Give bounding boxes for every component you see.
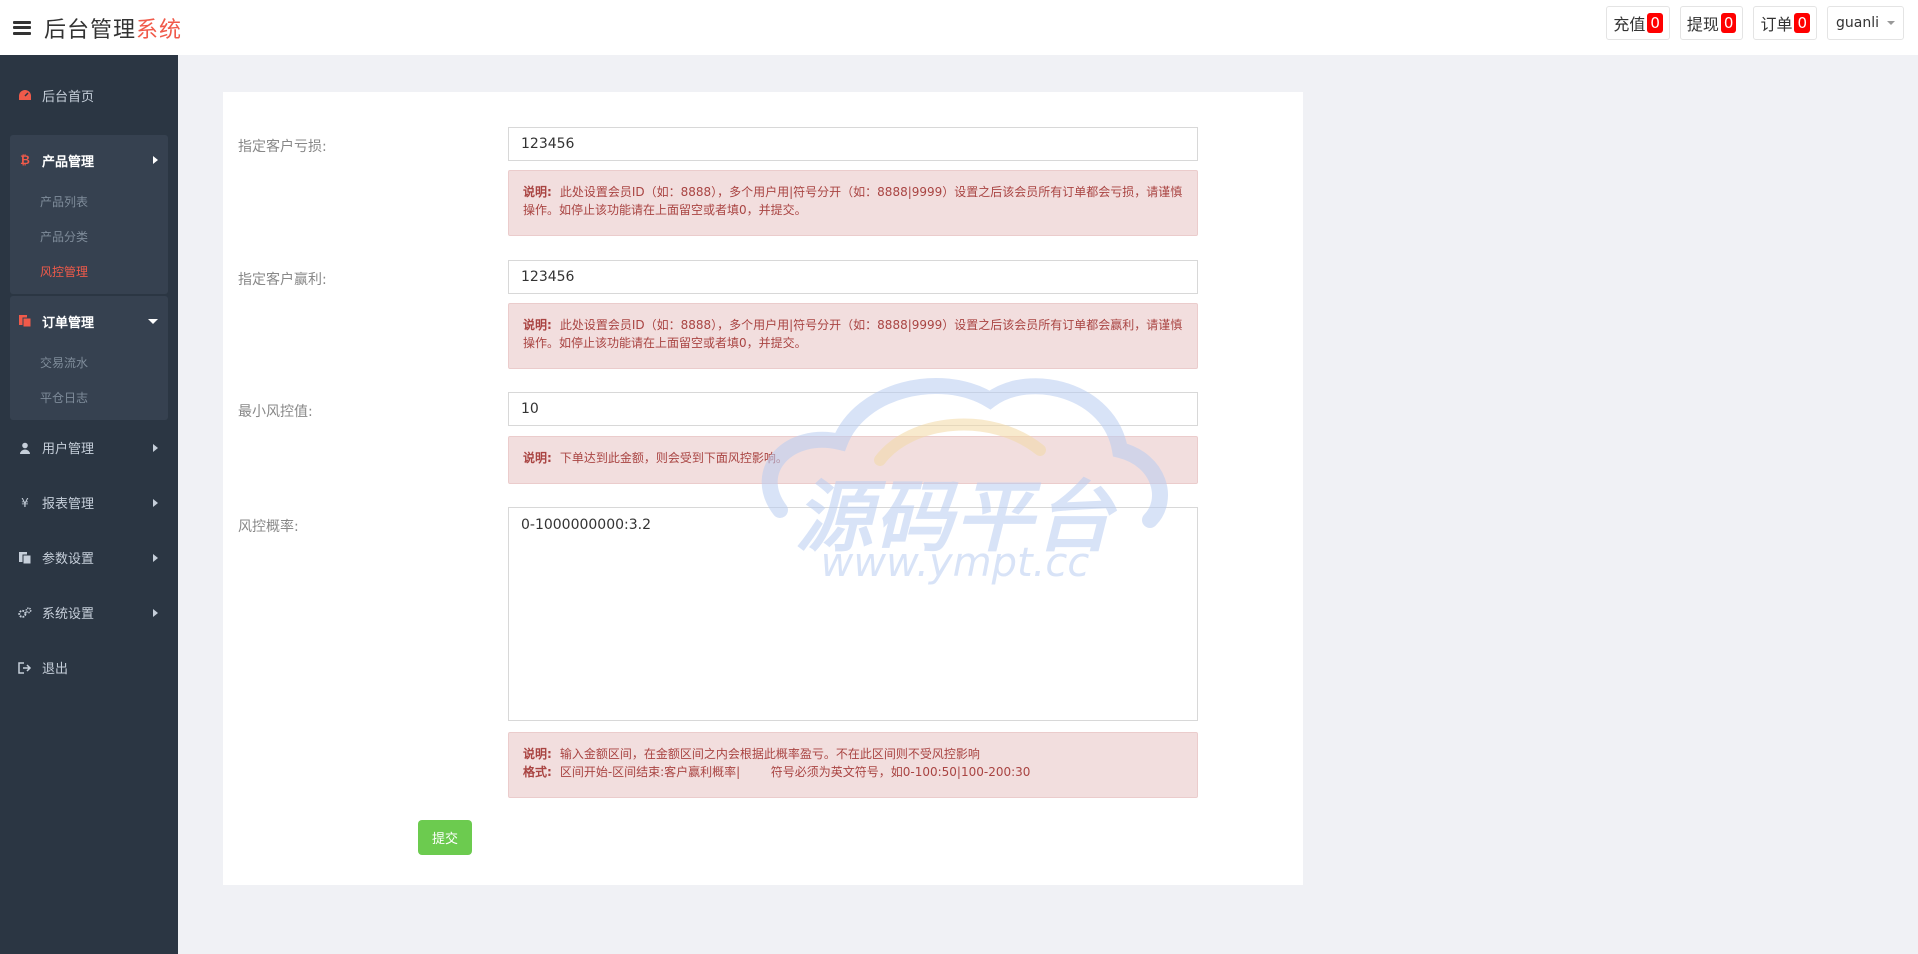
loss-label: 指定客户亏损: [238,139,327,155]
chevron-right-icon [153,553,158,562]
sidebar-item-label: 系统设置 [42,607,95,622]
user-menu-button[interactable]: guanli [1827,6,1904,40]
order-submenu: 交易流水 平仓日志 [10,346,168,420]
recharge-count-badge: 0 [1647,13,1663,33]
chevron-right-icon [153,498,158,507]
bitcoin-icon: ₿ [20,153,30,167]
sign-out-icon [18,661,32,675]
sidebar-item-label: 报表管理 [42,497,95,512]
note-label: 说明: [523,318,552,332]
loss-member-input[interactable] [508,127,1198,161]
risk-rate-note-line: 说明: 输入金额区间，在金额区间之内会根据此概率盈亏。不在此区间则不受风控影响 [523,745,1183,763]
risk-rate-note: 说明: 输入金额区间，在金额区间之内会根据此概率盈亏。不在此区间则不受风控影响 格… [508,732,1198,798]
username: guanli [1836,15,1879,31]
copy-icon [18,314,32,328]
withdraw-label: 提现 [1686,15,1719,34]
sidebar: 后台首页 ₿ 产品管理 产品列表 产品分类 风控管理 订单管理 交易流水 平仓日… [0,55,178,954]
sidebar-item-params[interactable]: 参数设置 [0,530,178,585]
sidebar-subitem-transactions[interactable]: 交易流水 [10,346,168,381]
min-risk-label: 最小风控值: [238,404,313,420]
caret-down-icon [1887,21,1895,25]
risk-rate-textarea[interactable]: 0-1000000000:3.2 [508,507,1198,721]
withdraw-button[interactable]: 提现 0 [1679,6,1744,40]
withdraw-count-badge: 0 [1720,13,1737,33]
files-icon [18,551,32,565]
orders-count-badge: 0 [1794,13,1810,33]
sidebar-subitem-close-log[interactable]: 平仓日志 [10,381,168,416]
yen-icon: ¥ [21,495,29,510]
loss-note: 说明: 此处设置会员ID（如：8888），多个用户用|符号分开（如：8888|99… [508,170,1198,236]
dashboard-icon [18,88,32,102]
brand-main: 后台管理 [44,17,137,43]
sidebar-item-home[interactable]: 后台首页 [0,55,178,135]
note-text: 此处设置会员ID（如：8888），多个用户用|符号分开（如：8888|9999）… [523,185,1183,217]
min-risk-input[interactable] [508,392,1198,426]
sidebar-subitem-risk-control[interactable]: 风控管理 [10,255,168,290]
product-group: ₿ 产品管理 产品列表 产品分类 风控管理 [10,135,168,294]
recharge-label: 充值 [1613,15,1646,34]
recharge-button[interactable]: 充值 0 [1606,6,1670,40]
top-bar: 后台管理系统 充值 0 提现 0 订单 0 guanli [0,0,1918,55]
chevron-right-icon [153,443,158,452]
brand-accent: 系统 [136,17,183,43]
note-text: 输入金额区间，在金额区间之内会根据此概率盈亏。不在此区间则不受风控影响 [559,747,980,761]
sidebar-item-users[interactable]: 用户管理 [0,420,178,475]
risk-control-form-panel: 指定客户亏损: 说明:此处设置会员ID（如：8888），多个用户用|符号分开（如… [223,92,1303,885]
chevron-right-icon [153,156,158,164]
gears-icon [18,606,32,620]
note-text: 此处设置会员ID（如：8888），多个用户用|符号分开（如：8888|9999）… [523,318,1183,350]
sidebar-item-label: 退出 [42,662,69,677]
format-text: 区间开始-区间结束:客户赢利概率| 符号必须为英文符号，如0-100:50|10… [559,765,1031,779]
note-text: 下单达到此金额，则会受到下面风控影响。 [559,451,788,465]
note-label: 说明: [523,747,552,761]
profit-note: 说明: 此处设置会员ID（如：8888），多个用户用|符号分开（如：8888|99… [508,303,1198,369]
top-right-actions: 充值 0 提现 0 订单 0 guanli [1606,6,1904,40]
sidebar-item-label: 参数设置 [42,552,95,567]
order-group: 订单管理 交易流水 平仓日志 [10,296,168,420]
sidebar-item-reports[interactable]: ¥ 报表管理 [0,475,178,530]
sidebar-item-label: 产品管理 [42,154,95,170]
user-icon [18,441,32,455]
note-label: 说明: [523,451,552,465]
product-submenu: 产品列表 产品分类 风控管理 [10,185,168,294]
format-label: 格式: [523,765,552,779]
sidebar-item-logout[interactable]: 退出 [0,640,178,695]
sidebar-subitem-product-category[interactable]: 产品分类 [10,220,168,255]
hamburger-icon [13,20,31,35]
sidebar-item-label: 订单管理 [42,315,95,331]
profit-member-input[interactable] [508,260,1198,294]
orders-button[interactable]: 订单 0 [1753,6,1817,40]
chevron-down-icon [148,319,158,324]
sidebar-item-products[interactable]: ₿ 产品管理 [10,135,168,185]
chevron-right-icon [153,608,158,617]
note-label: 说明: [523,185,552,199]
risk-rate-label: 风控概率: [238,519,299,535]
risk-rate-format-line: 格式: 区间开始-区间结束:客户赢利概率| 符号必须为英文符号，如0-100:50… [523,763,1183,781]
brand-title: 后台管理系统 [44,12,182,44]
sidebar-subitem-product-list[interactable]: 产品列表 [10,185,168,220]
submit-button[interactable]: 提交 [418,820,472,855]
sidebar-item-label: 用户管理 [42,442,95,457]
sidebar-item-system[interactable]: 系统设置 [0,585,178,640]
sidebar-item-label: 后台首页 [42,89,95,105]
menu-toggle-button[interactable] [0,0,44,55]
profit-label: 指定客户赢利: [238,272,327,288]
orders-label: 订单 [1760,15,1793,34]
min-risk-note: 说明: 下单达到此金额，则会受到下面风控影响。 [508,436,1198,484]
sidebar-item-orders[interactable]: 订单管理 [10,296,168,346]
